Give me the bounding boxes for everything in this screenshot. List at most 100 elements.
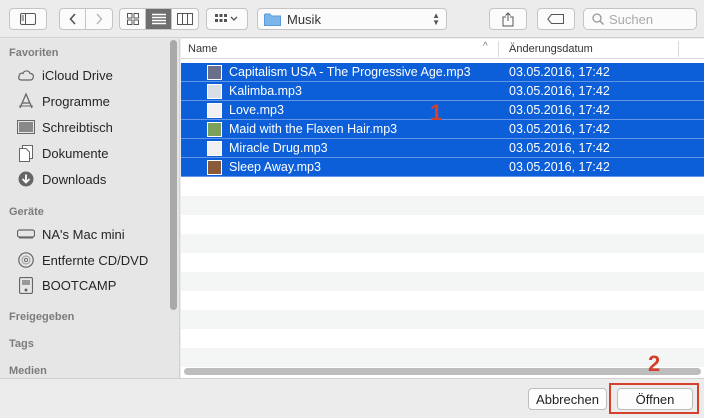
search-field[interactable] [583,8,697,30]
sidebar-item-label: NA's Mac mini [42,226,125,242]
annotation-step-1: 1 [430,100,443,125]
sidebar-scrollbar[interactable] [170,40,177,310]
cancel-button[interactable]: Abbrechen [528,388,607,410]
file-list: Name ^ Änderungsdatum Capitalism USA - T… [181,39,704,378]
toolbar: Musik ▲ ▼ [0,0,704,38]
desktop-icon [16,118,36,136]
empty-row [181,348,704,367]
column-header-date[interactable]: Änderungsdatum [509,43,593,55]
column-divider[interactable] [678,41,679,57]
icon-view-button[interactable] [120,9,146,29]
sidebar-item-label: iCloud Drive [42,67,113,83]
empty-row [181,310,704,329]
sidebar-item-icloud-drive[interactable]: iCloud Drive [16,64,113,86]
columns-icon [177,13,193,25]
file-date: 03.05.2016, 17:42 [509,141,610,155]
file-name: Sleep Away.mp3 [229,160,321,174]
document-icon [16,144,36,162]
apps-icon [16,92,36,110]
sidebar-icon [20,13,36,25]
file-date: 03.05.2016, 17:42 [509,103,610,117]
empty-row [181,272,704,291]
tag-button[interactable] [537,8,575,30]
sidebar-item-dokumente[interactable]: Dokumente [16,142,108,164]
horizontal-scrollbar[interactable] [184,368,701,375]
search-icon [592,13,604,25]
audio-file-icon [207,141,222,156]
audio-file-icon [207,122,222,137]
sidebar-section-shared[interactable]: Freigegeben [9,311,74,323]
empty-row [181,253,704,272]
file-row[interactable]: Maid with the Flaxen Hair.mp3 03.05.2016,… [181,120,704,139]
file-name: Capitalism USA - The Progressive Age.mp3 [229,65,471,79]
file-row[interactable]: Capitalism USA - The Progressive Age.mp3… [181,63,704,82]
list-header: Name ^ Änderungsdatum [181,39,704,59]
list-icon [151,13,166,25]
share-button[interactable] [489,8,527,30]
sidebar-section-media[interactable]: Medien [9,365,47,377]
sort-chevron-icon: ^ [483,41,488,52]
sidebar-section-tags[interactable]: Tags [9,338,34,350]
file-name: Love.mp3 [229,103,284,117]
chevron-left-icon [68,13,76,25]
disc-icon [16,251,36,269]
view-mode-control [119,8,199,30]
updown-chevron-icon: ▲ ▼ [432,11,440,27]
audio-file-icon [207,65,222,80]
file-name: Miracle Drug.mp3 [229,141,328,155]
empty-row [181,234,704,253]
back-button[interactable] [60,9,86,29]
sidebar-item-programme[interactable]: Programme [16,90,110,112]
grid-icon [126,13,139,25]
list-view-button[interactable] [146,9,172,29]
sidebar-item-label: Programme [42,93,110,109]
audio-file-icon [207,84,222,99]
file-row[interactable]: Kalimba.mp3 03.05.2016, 17:42 [181,82,704,101]
file-date: 03.05.2016, 17:42 [509,84,610,98]
audio-file-icon [207,103,222,118]
sidebar-item-downloads[interactable]: Downloads [16,168,106,190]
empty-row [181,329,704,348]
audio-file-icon [207,160,222,175]
bottom-bar: Abbrechen Öffnen [0,378,704,418]
computer-icon [16,225,36,243]
drive-icon [16,276,36,294]
sidebar-section-devices: Geräte [9,206,44,218]
file-name: Kalimba.mp3 [229,84,302,98]
annotation-step-2: 2 [648,351,661,376]
file-date: 03.05.2016, 17:42 [509,160,610,174]
column-divider[interactable] [498,41,499,57]
sidebar-item-bootcamp[interactable]: BOOTCAMP [16,274,116,296]
file-date: 03.05.2016, 17:42 [509,122,610,136]
column-header-name[interactable]: Name [188,43,217,55]
chevron-right-icon [96,13,103,25]
folder-icon [264,13,281,26]
sidebar-item-schreibtisch[interactable]: Schreibtisch [16,116,113,138]
empty-row [181,215,704,234]
cloud-icon [16,66,36,84]
forward-button[interactable] [86,9,112,29]
file-date: 03.05.2016, 17:42 [509,65,610,79]
empty-row [181,291,704,310]
search-input[interactable] [609,11,689,27]
arrange-button[interactable] [206,8,248,30]
arrange-grid-icon [215,14,238,22]
sidebar-item-label: Dokumente [42,145,109,161]
sidebar-item-mac-mini[interactable]: NA's Mac mini [16,223,125,245]
sidebar-item-label: Downloads [42,171,107,187]
file-row[interactable]: Miracle Drug.mp3 03.05.2016, 17:42 [181,139,704,158]
share-icon [502,11,514,26]
file-row[interactable]: Sleep Away.mp3 03.05.2016, 17:42 [181,158,704,177]
path-popup[interactable]: Musik ▲ ▼ [257,8,447,30]
tag-icon [547,14,564,24]
file-name: Maid with the Flaxen Hair.mp3 [229,122,398,136]
sidebar-item-remote-cd-dvd[interactable]: Entfernte CD/DVD [16,249,148,271]
empty-row [181,177,704,196]
empty-row [181,196,704,215]
sidebar-toggle-button[interactable] [9,8,47,30]
file-row[interactable]: Love.mp3 03.05.2016, 17:42 [181,101,704,120]
highlight-box [609,383,699,414]
back-forward-control [59,8,113,30]
column-view-button[interactable] [172,9,198,29]
sidebar-item-label: Schreibtisch [42,119,113,135]
